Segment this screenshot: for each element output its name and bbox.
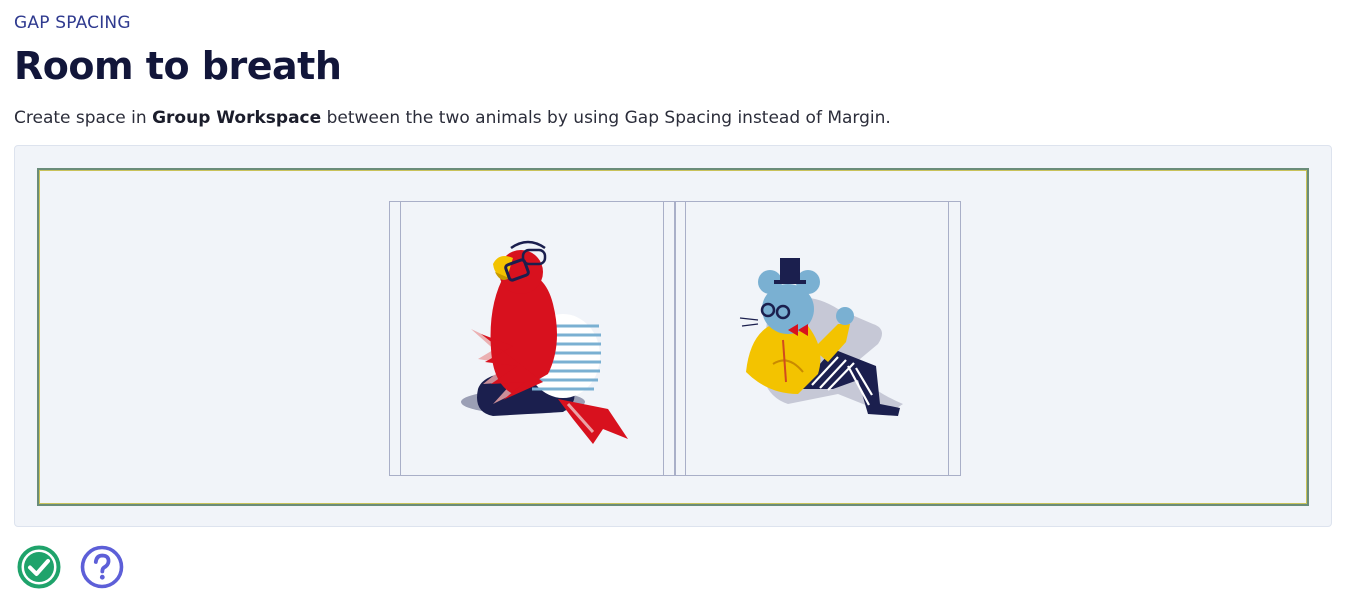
- mouse-illustration: [739, 257, 903, 416]
- instruction-text-before: Create space in: [14, 108, 153, 128]
- animal-card-parrot[interactable]: [389, 201, 676, 476]
- instruction-text-after: between the two animals by using Gap Spa…: [321, 108, 891, 128]
- question-circle-icon[interactable]: [79, 544, 125, 590]
- instruction-highlight: Group Workspace: [152, 108, 322, 128]
- margin-guide: [663, 202, 664, 475]
- check-circle-icon[interactable]: [16, 544, 62, 590]
- group-workspace[interactable]: [37, 168, 1309, 506]
- margin-guide: [948, 202, 949, 475]
- instruction-text: Create space in Group Workspace between …: [14, 108, 891, 128]
- action-bar: [16, 544, 125, 590]
- margin-guide: [685, 202, 686, 475]
- animal-card-mouse[interactable]: [674, 201, 961, 476]
- parrot-illustration: [460, 240, 628, 444]
- page-title: Room to breath: [14, 44, 342, 88]
- canvas-panel: [14, 145, 1332, 527]
- lesson-eyebrow: GAP SPACING: [14, 13, 131, 33]
- margin-guide: [400, 202, 401, 475]
